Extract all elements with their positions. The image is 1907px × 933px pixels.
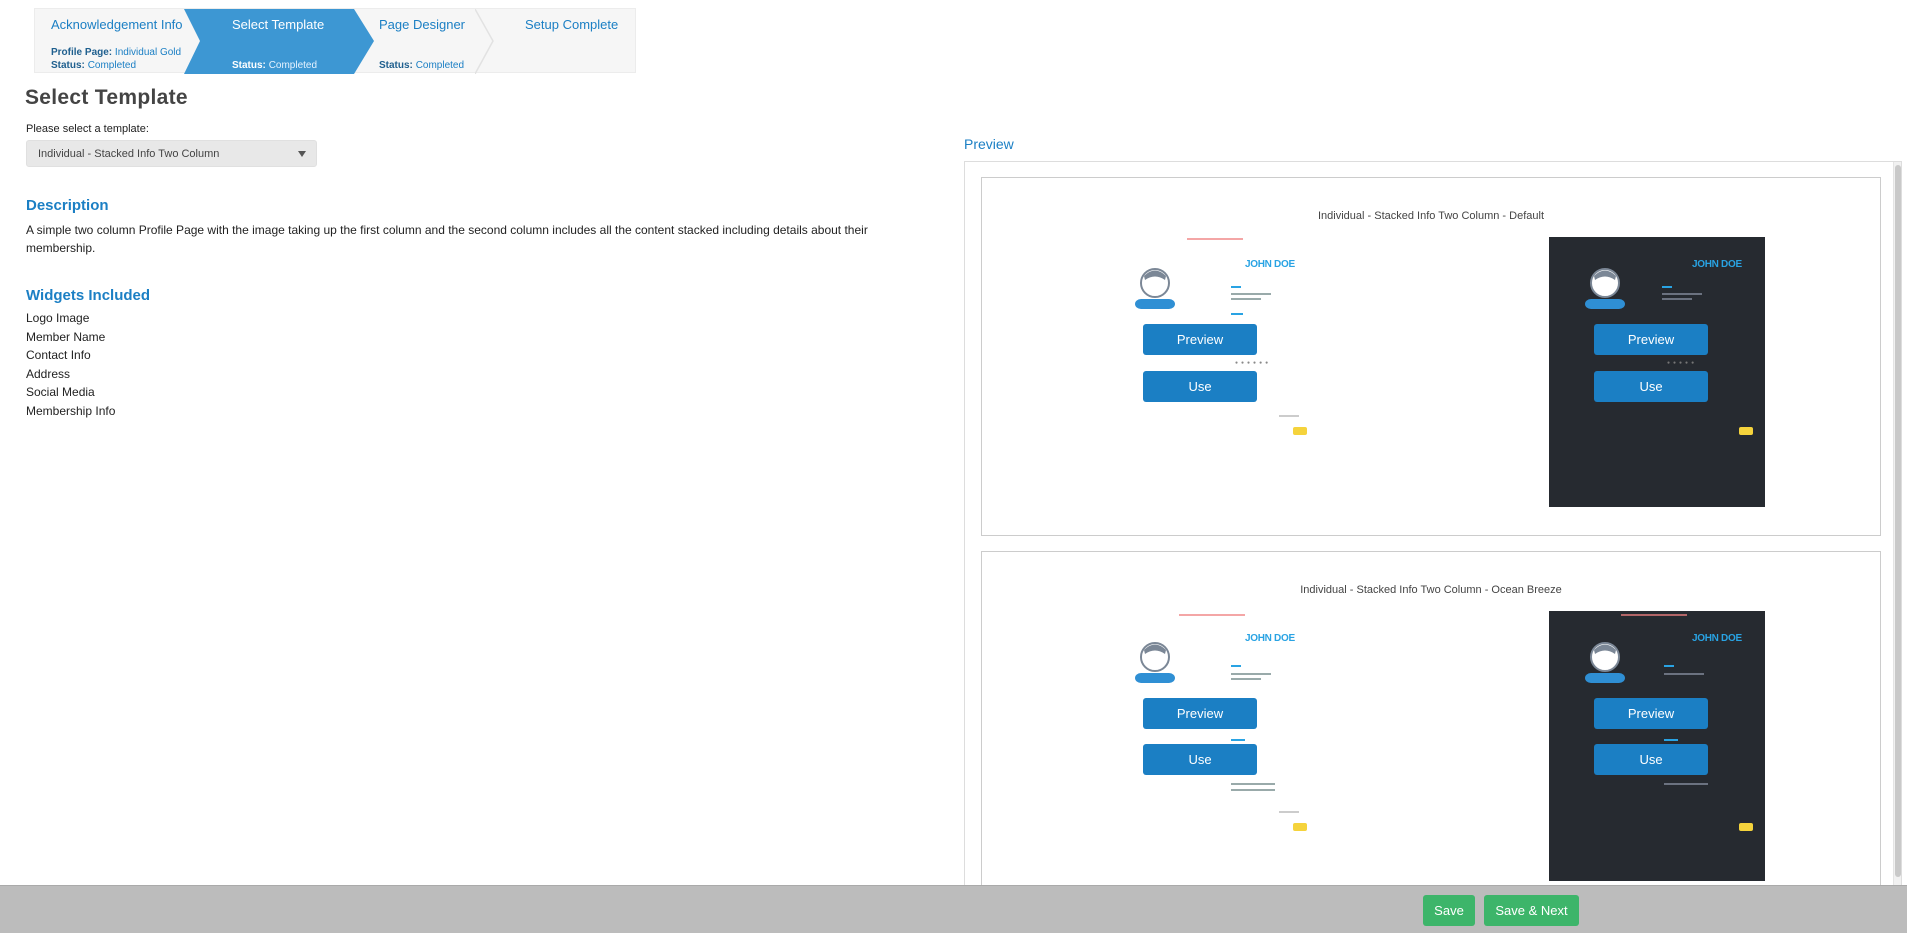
text-line <box>1231 739 1245 741</box>
notice-line <box>1187 238 1243 240</box>
notice-line <box>1179 614 1245 616</box>
text-line <box>1664 783 1708 785</box>
template-select[interactable]: Individual - Stacked Info Two Column <box>26 140 317 167</box>
text-line <box>1664 673 1704 675</box>
template-thumbnail-dark: JOHN DOE Preview Use <box>1549 611 1765 881</box>
preview-scrollbar[interactable] <box>1893 162 1901 890</box>
step-meta-status: Status: Completed <box>232 60 317 71</box>
step-title: Page Designer <box>379 17 465 32</box>
text-line <box>1664 665 1674 667</box>
step-setup-complete[interactable]: Setup Complete <box>495 9 635 74</box>
template-thumbnail-light: JOHN DOE Preview Use <box>1135 611 1359 881</box>
text-line <box>1231 298 1261 300</box>
footer-bar: Save Save & Next <box>0 885 1907 933</box>
widgets-list: Logo Image Member Name Contact Info Addr… <box>26 309 115 421</box>
avatar-icon <box>1135 268 1175 309</box>
preview-button[interactable]: Preview <box>1143 324 1257 355</box>
text-line <box>1279 811 1299 813</box>
step-acknowledgement-info[interactable]: Acknowledgement Info Profile Page: Indiv… <box>35 9 185 74</box>
template-member-name: JOHN DOE <box>1692 633 1742 644</box>
preview-panel: Individual - Stacked Info Two Column - D… <box>964 161 1902 891</box>
list-item: Member Name <box>26 329 106 344</box>
list-item: Social Media <box>26 385 95 400</box>
template-thumbnail-dark: JOHN DOE ●●●●● Preview Use <box>1549 237 1765 507</box>
list-item: Contact Info <box>26 348 91 363</box>
step-page-designer[interactable]: Page Designer Status: Completed <box>374 9 494 74</box>
scrollbar-thumb[interactable] <box>1895 165 1901 877</box>
template-select-label: Please select a template: <box>26 123 149 135</box>
description-heading: Description <box>26 197 109 214</box>
step-title: Acknowledgement Info <box>51 17 183 32</box>
meta-value: Individual Gold <box>114 47 182 58</box>
template-card-title: Individual - Stacked Info Two Column - O… <box>1300 584 1562 596</box>
step-meta-status: Status: Completed <box>379 60 464 71</box>
text-line <box>1662 293 1702 295</box>
meta-value: Completed <box>415 60 465 71</box>
use-button[interactable]: Use <box>1143 744 1257 775</box>
avatar-icon <box>1135 642 1175 683</box>
save-button[interactable]: Save <box>1423 895 1475 926</box>
badge-icon <box>1739 427 1753 435</box>
list-item: Membership Info <box>26 403 116 418</box>
meta-label: Status: <box>379 60 413 71</box>
widgets-heading: Widgets Included <box>26 287 151 304</box>
text-line <box>1231 789 1275 791</box>
template-card-ocean-breeze: Individual - Stacked Info Two Column - O… <box>981 551 1881 890</box>
template-member-name: JOHN DOE <box>1692 259 1742 270</box>
preview-button[interactable]: Preview <box>1594 324 1708 355</box>
badge-icon <box>1293 427 1307 435</box>
save-next-button[interactable]: Save & Next <box>1484 895 1579 926</box>
meta-label: Status: <box>232 60 266 71</box>
step-meta-status: Status: Completed <box>51 60 136 71</box>
text-line <box>1662 286 1672 288</box>
wizard-steps: Acknowledgement Info Profile Page: Indiv… <box>34 8 636 74</box>
step-select-template[interactable]: Select Template Status: Completed <box>184 9 374 74</box>
social-icons: ●●●●●● <box>1235 360 1272 366</box>
chevron-down-icon <box>298 151 306 157</box>
text-line <box>1231 678 1261 680</box>
text-line <box>1231 313 1243 315</box>
list-item: Address <box>26 366 71 381</box>
use-button[interactable]: Use <box>1143 371 1257 402</box>
use-button[interactable]: Use <box>1594 371 1708 402</box>
template-thumbnail-light: JOHN DOE ●●●●●● Preview Use <box>1135 237 1359 507</box>
template-card-title: Individual - Stacked Info Two Column - D… <box>1317 210 1545 222</box>
text-line <box>1662 298 1692 300</box>
preview-button[interactable]: Preview <box>1143 698 1257 729</box>
text-line <box>1231 293 1271 295</box>
avatar-icon <box>1585 642 1625 683</box>
avatar-icon <box>1585 268 1625 309</box>
description-text: A simple two column Profile Page with th… <box>26 223 868 255</box>
template-member-name: JOHN DOE <box>1245 259 1295 270</box>
template-select-value: Individual - Stacked Info Two Column <box>38 148 220 160</box>
template-member-name: JOHN DOE <box>1245 633 1295 644</box>
text-line <box>1231 783 1275 785</box>
template-card-default: Individual - Stacked Info Two Column - D… <box>981 177 1881 536</box>
meta-value: Completed <box>268 60 318 71</box>
preview-button[interactable]: Preview <box>1594 698 1708 729</box>
text-line <box>1231 673 1271 675</box>
text-line <box>1231 286 1241 288</box>
list-item: Logo Image <box>26 311 90 325</box>
page-title: Select Template <box>25 86 188 109</box>
preview-heading: Preview <box>964 136 1014 152</box>
text-line <box>1664 739 1678 741</box>
notice-line <box>1621 614 1687 616</box>
meta-label: Profile Page: <box>51 47 113 58</box>
use-button[interactable]: Use <box>1594 744 1708 775</box>
step-title: Select Template <box>232 17 325 32</box>
meta-label: Status: <box>51 60 85 71</box>
badge-icon <box>1293 823 1307 831</box>
text-line <box>1279 415 1299 417</box>
badge-icon <box>1739 823 1753 831</box>
text-line <box>1231 665 1241 667</box>
social-icons: ●●●●● <box>1667 360 1698 366</box>
meta-value: Completed <box>87 60 137 71</box>
step-meta-profile: Profile Page: Individual Gold <box>51 47 181 58</box>
step-title: Setup Complete <box>525 17 619 32</box>
